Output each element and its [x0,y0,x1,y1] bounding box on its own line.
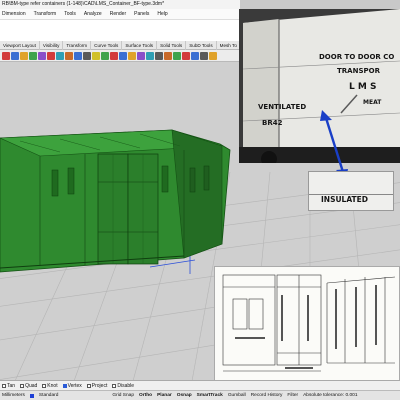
toggle-filter[interactable]: Filter [287,393,298,398]
units-display[interactable]: Millimeters [2,393,25,398]
toggle-grid-snap[interactable]: Grid Snap [112,393,134,398]
stencil-insulated: INSULATED [321,195,369,204]
checkbox-knot[interactable] [42,383,47,388]
osnap-vertex[interactable]: Vertex [62,383,82,389]
checkbox-project[interactable] [86,383,91,388]
boolean-tool-icon[interactable] [110,51,118,60]
osnap-knot[interactable]: Knot [42,383,58,389]
menu-panels[interactable]: Panels [134,11,149,17]
osnap-quad[interactable]: Quad [20,383,37,389]
layer-color-swatch [29,393,34,398]
checkbox-tan[interactable] [2,383,6,388]
tab-mesh-tools[interactable]: Mesh To [217,40,241,50]
status-bar: Millimeters Standard Grid Snap Ortho Pla… [0,390,400,400]
tab-solid-tools[interactable]: Solid Tools [157,40,187,50]
checkbox-quad[interactable] [20,383,25,388]
tolerance-display: Absolute tolerance: 0.001 [303,393,358,398]
mesh-tool-icon[interactable] [29,51,37,60]
checkbox-disable[interactable] [112,383,117,388]
menu-help[interactable]: Help [157,11,167,17]
curve-tool-icon[interactable] [2,51,10,60]
menu-analyze[interactable]: Analyze [84,11,102,17]
drawing-lines [222,274,396,372]
toggle-record-history[interactable]: Record History [251,393,283,398]
stencil-transport: TRANSPOR [337,67,380,75]
stencil-lms: L M S [349,82,377,92]
menu-bar: Dimension Transform Tools Analyze Render… [0,9,240,19]
toggle-smarttrack[interactable]: SmartTrack [197,393,223,398]
container-model [0,129,231,273]
osnap-bar: Tan Quad Knot Vertex Project Disable [0,380,400,390]
tool-icon-row [0,50,240,62]
tab-transform[interactable]: Transform [63,40,92,50]
surface-tool-icon[interactable] [11,51,19,60]
toggle-planar[interactable]: Planar [157,393,172,398]
mirror-tool-icon[interactable] [146,51,154,60]
osnap-disable[interactable]: Disable [112,383,134,389]
menu-render[interactable]: Render [110,11,126,17]
toggle-gumball[interactable]: Gumball [228,393,246,398]
point-tool-icon[interactable] [47,51,55,60]
tab-curve-tools[interactable]: Curve Tools [91,40,123,50]
insulated-closeup: INSULATED [308,171,394,211]
reference-photo: DOOR TO DOOR CO TRANSPOR L M S MEAT VENT… [239,9,400,163]
toggle-osnap[interactable]: Osnap [177,393,192,398]
arc-tool-icon[interactable] [83,51,91,60]
stencil-meat: MEAT [363,99,382,106]
menu-transform[interactable]: Transform [34,11,57,17]
transform-tool-icon[interactable] [38,51,46,60]
current-layer[interactable]: Standard [39,393,58,398]
osnap-project[interactable]: Project [86,383,107,389]
stencil-ventilated: VENTILATED [258,103,307,111]
tab-surface-tools[interactable]: Surface Tools [122,40,158,50]
array-tool-icon[interactable] [137,51,145,60]
stencil-br42: BR42 [262,119,283,127]
join-tool-icon[interactable] [200,51,208,60]
line-tool-icon[interactable] [56,51,64,60]
extrude-tool-icon[interactable] [101,51,109,60]
tab-subd-tools[interactable]: SubD Tools [186,40,217,50]
tab-viewport-layout[interactable]: Viewport Layout [0,40,40,50]
technical-drawing [214,266,400,384]
file-path-title: RB\BM-type refer containers (1-148)\CAD\… [0,0,240,9]
menu-tools[interactable]: Tools [64,11,76,17]
polyline-tool-icon[interactable] [92,51,100,60]
render-tool-icon[interactable] [209,51,217,60]
toggle-ortho[interactable]: Ortho [139,393,152,398]
tab-visibility[interactable]: Visibility [40,40,64,50]
stencil-door-to-door: DOOR TO DOOR CO [319,53,395,61]
menu-dimension[interactable]: Dimension [2,11,26,17]
split-tool-icon[interactable] [191,51,199,60]
circle-tool-icon[interactable] [74,51,82,60]
checkbox-vertex[interactable] [62,383,67,388]
toolbar-tabs: Viewport Layout Visibility Transform Cur… [0,40,241,50]
move-tool-icon[interactable] [155,51,163,60]
rotate-tool-icon[interactable] [164,51,172,60]
osnap-tan[interactable]: Tan [2,383,15,389]
scale-tool-icon[interactable] [173,51,181,60]
fillet-tool-icon[interactable] [119,51,127,60]
trim-tool-icon[interactable] [182,51,190,60]
offset-tool-icon[interactable] [128,51,136,60]
solid-tool-icon[interactable] [20,51,28,60]
rectangle-tool-icon[interactable] [65,51,73,60]
command-history[interactable] [0,19,240,41]
